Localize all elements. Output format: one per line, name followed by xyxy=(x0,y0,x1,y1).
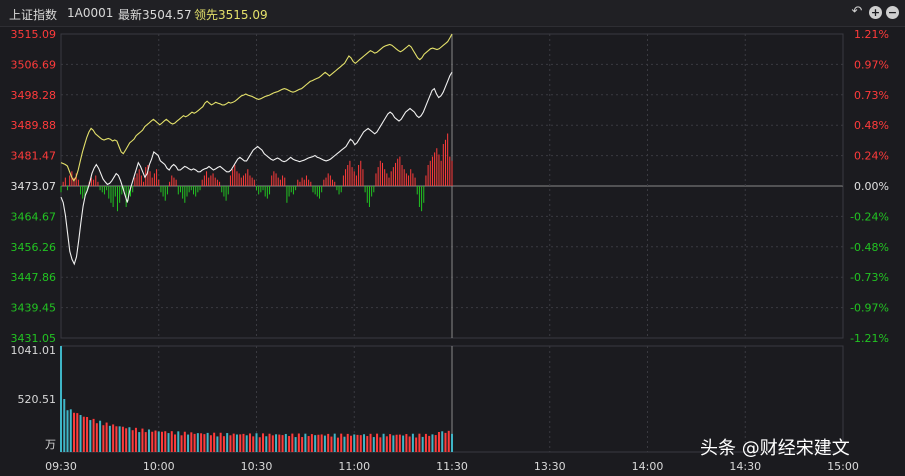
pct-tick-label: 0.48% xyxy=(854,119,889,132)
price-tick-label: 3498.28 xyxy=(11,89,57,102)
pct-tick-label: -0.73% xyxy=(850,271,889,284)
price-tick-label: 3489.88 xyxy=(11,119,57,132)
pct-tick-label: -0.24% xyxy=(850,210,889,223)
pct-tick-label: 0.97% xyxy=(854,58,889,71)
time-tick-label: 10:30 xyxy=(241,460,273,473)
pct-tick-label: 1.21% xyxy=(854,28,889,41)
time-tick-label: 11:00 xyxy=(338,460,370,473)
watermark: 头条 @财经宋建文 xyxy=(700,438,850,459)
price-tick-label: 3473.07 xyxy=(11,180,57,193)
volume-tick-label: 1041.01 xyxy=(11,344,57,357)
price-tick-label: 3515.09 xyxy=(11,28,57,41)
volume-tick-label: 520.51 xyxy=(18,393,57,406)
price-tick-label: 3447.86 xyxy=(11,271,57,284)
time-tick-label: 14:30 xyxy=(729,460,761,473)
pct-tick-label: 0.00% xyxy=(854,180,889,193)
pct-tick-label: -1.21% xyxy=(850,332,889,345)
intraday-chart: 3515.09 1.21% 3506.69 0.97% 3498.28 0.73% 3489… xyxy=(11,28,890,473)
pct-tick-label: 0.24% xyxy=(854,150,889,163)
leading-line xyxy=(60,33,453,182)
time-tick-label: 15:00 xyxy=(827,460,859,473)
pct-tick-label: -0.97% xyxy=(850,302,889,315)
chart-grid xyxy=(60,33,844,453)
time-tick-label: 09:30 xyxy=(45,460,77,473)
price-tick-label: 3439.45 xyxy=(11,302,57,315)
time-tick-label: 14:00 xyxy=(632,460,664,473)
time-tick-label: 11:30 xyxy=(436,460,468,473)
volume-tick-label: 万 xyxy=(45,438,56,451)
price-tick-label: 3464.67 xyxy=(11,210,57,223)
time-tick-label: 10:00 xyxy=(143,460,175,473)
pct-tick-label: -0.48% xyxy=(850,241,889,254)
price-tick-label: 3481.47 xyxy=(11,150,57,163)
price-tick-label: 3506.69 xyxy=(11,58,57,71)
time-tick-label: 13:30 xyxy=(534,460,566,473)
pct-tick-label: 0.73% xyxy=(854,89,889,102)
price-tick-label: 3456.26 xyxy=(11,241,57,254)
